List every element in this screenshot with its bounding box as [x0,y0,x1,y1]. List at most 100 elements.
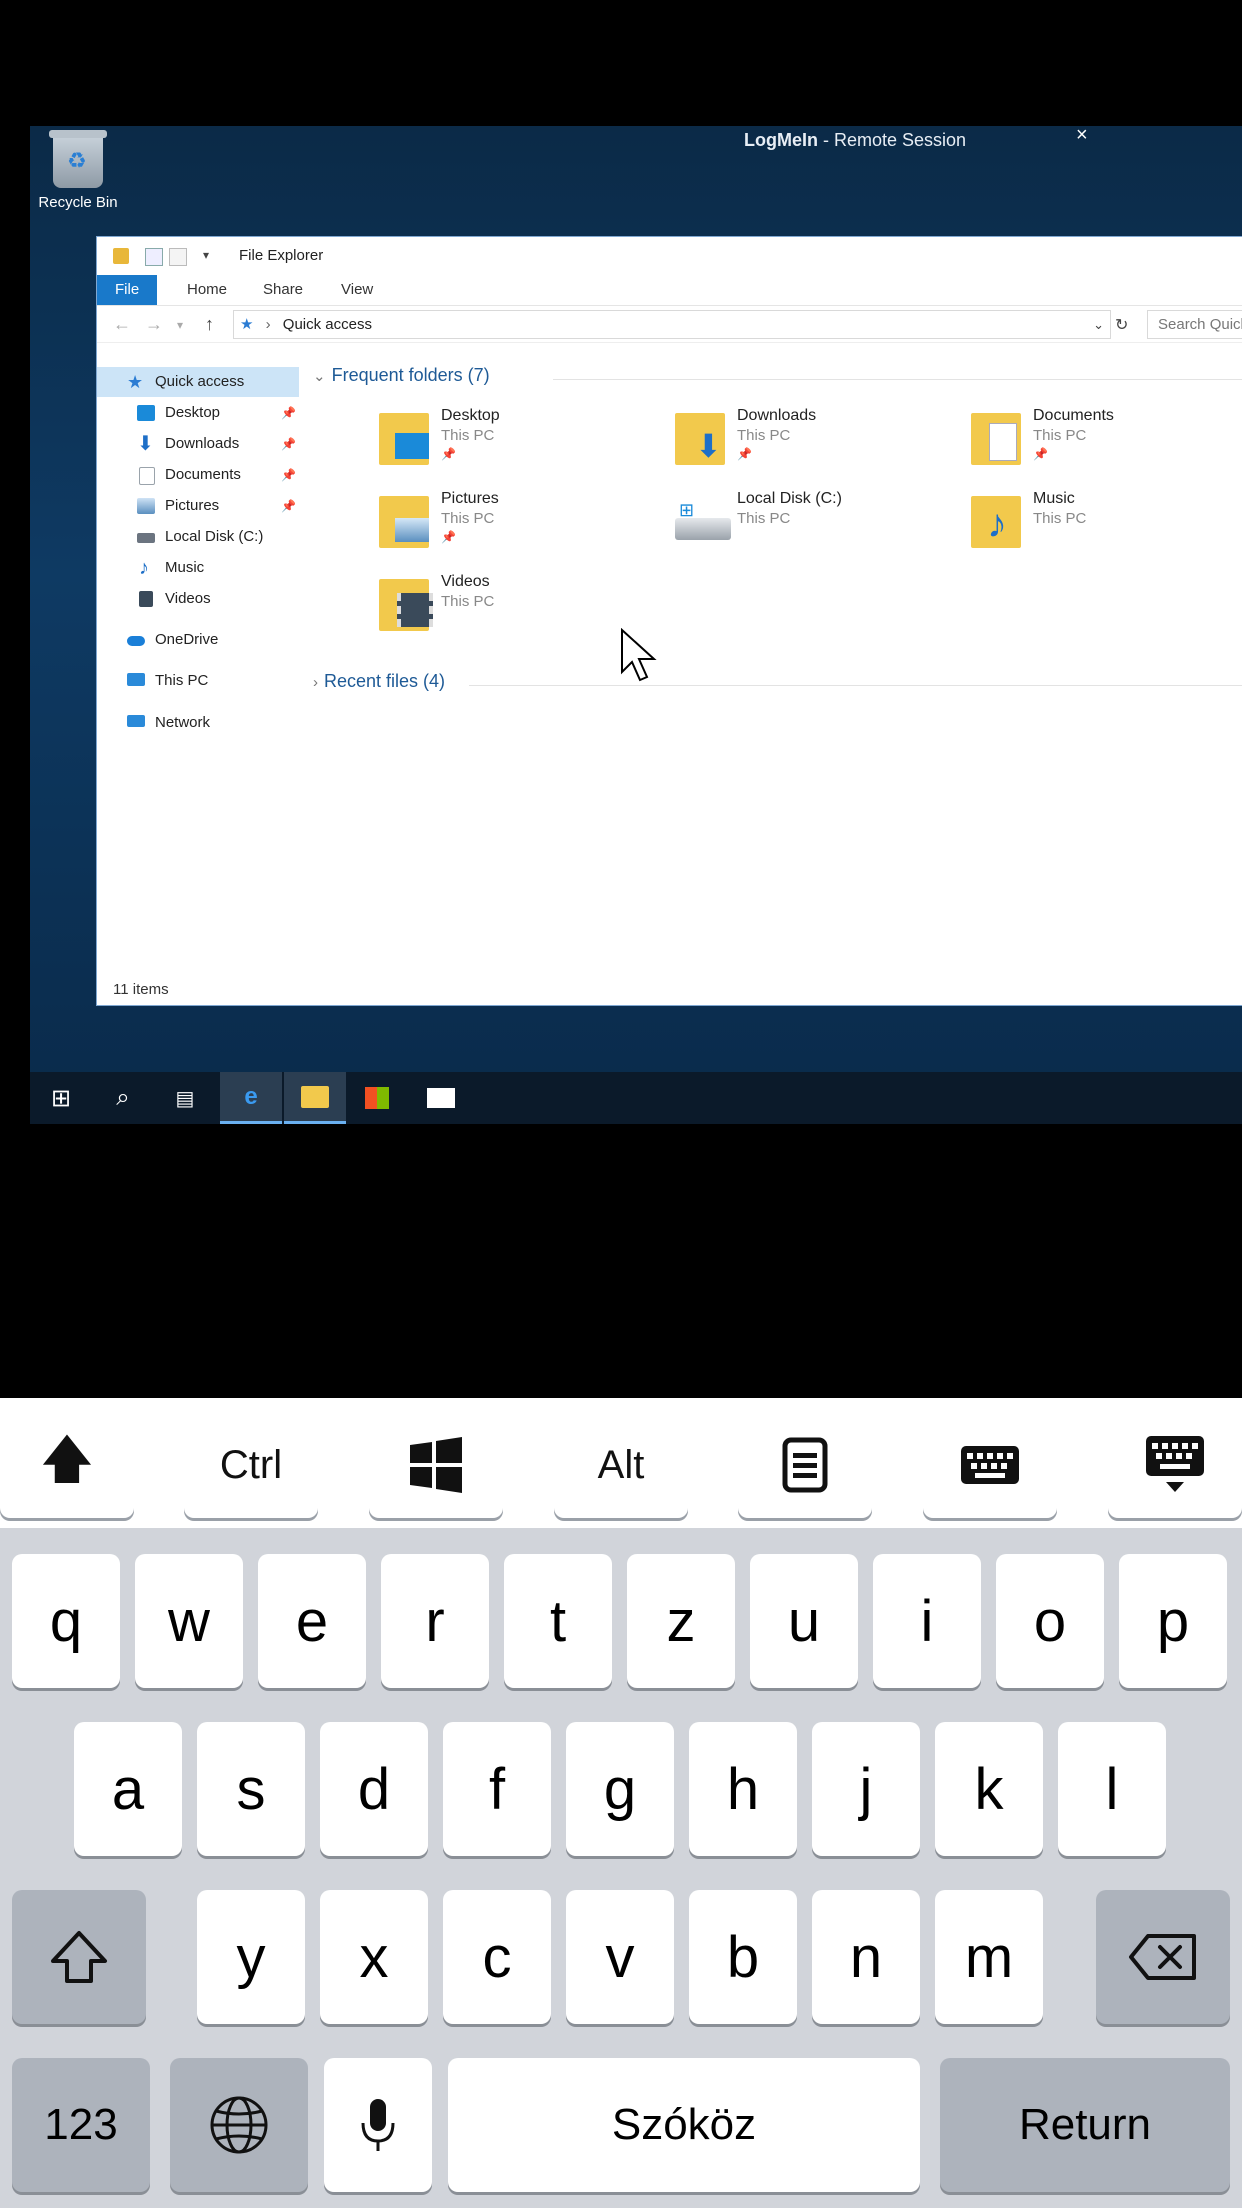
key-a[interactable]: a [74,1722,182,1856]
nav-item-music[interactable]: ♪ Music [97,553,299,583]
key-k[interactable]: k [935,1722,1043,1856]
up-arrow-icon[interactable]: ↑ [205,314,214,335]
menu-icon [782,1437,828,1493]
key-w[interactable]: w [135,1554,243,1688]
nav-item-videos[interactable]: Videos [97,584,299,614]
key-y[interactable]: y [197,1890,305,2024]
tab-home[interactable]: Home [173,275,241,305]
folder-tile-local-disk[interactable]: ⊞ Local Disk (C:) This PC [675,490,955,570]
backspace-key[interactable] [1096,1890,1230,2024]
recycle-bin[interactable]: Recycle Bin [30,130,126,211]
edge-icon[interactable]: e [220,1072,282,1124]
recent-locations-icon[interactable]: ▾ [177,318,183,332]
frequent-folders-header[interactable]: ⌄ Frequent folders (7) [313,365,490,386]
nav-item-downloads[interactable]: ⬇ Downloads 📌 [97,429,299,459]
recent-files-header[interactable]: › Recent files (4) [313,671,445,692]
nav-item-this-pc[interactable]: This PC [97,666,299,696]
folder-tile-documents[interactable]: Documents This PC 📌 [971,407,1242,487]
new-folder-icon[interactable] [169,248,187,266]
nav-item-desktop[interactable]: Desktop 📌 [97,398,299,428]
search-icon[interactable]: ⌕ [92,1072,154,1124]
store-icon[interactable] [346,1072,408,1124]
desktop-folder-icon [137,405,155,421]
key-m[interactable]: m [935,1890,1043,2024]
forward-arrow-icon[interactable]: → [145,314,163,335]
key-n[interactable]: n [812,1890,920,2024]
drive-icon [137,533,155,543]
key-l[interactable]: l [1058,1722,1166,1856]
shift-arrow-key[interactable]: 🡅 [0,1412,134,1518]
tab-view[interactable]: View [327,275,387,305]
key-r[interactable]: r [381,1554,489,1688]
keyboard-key[interactable] [923,1412,1057,1518]
nav-item-quick-access[interactable]: ★ Quick access [97,367,299,397]
mail-icon[interactable] [410,1072,472,1124]
globe-key[interactable] [170,2058,308,2192]
keyboard-icon [961,1446,1019,1484]
pin-icon: 📌 [441,530,456,544]
start-icon[interactable]: ⊞ [30,1072,92,1124]
network-icon [127,715,145,727]
shift-icon [51,1931,107,1983]
key-j[interactable]: j [812,1722,920,1856]
folder-tile-music[interactable]: ♪ Music This PC [971,490,1242,570]
tab-file[interactable]: File [97,275,158,305]
key-d[interactable]: d [320,1722,428,1856]
key-f[interactable]: f [443,1722,551,1856]
return-key[interactable]: Return [940,2058,1230,2192]
key-q[interactable]: q [12,1554,120,1688]
search-input[interactable]: Search Quick access [1147,310,1242,339]
refresh-icon[interactable]: ↻ [1115,315,1128,335]
key-i[interactable]: i [873,1554,981,1688]
nav-item-network[interactable]: Network [97,708,299,738]
dictation-key[interactable] [324,2058,432,2192]
key-c[interactable]: c [443,1890,551,2024]
menu-key[interactable] [738,1412,872,1518]
task-view-icon[interactable]: ▤ [154,1072,216,1124]
folder-tile-downloads[interactable]: ⬇ Downloads This PC 📌 [675,407,955,487]
folder-tile-videos[interactable]: Videos This PC [379,573,659,653]
key-s[interactable]: s [197,1722,305,1856]
tab-share[interactable]: Share [249,275,317,305]
key-z[interactable]: z [627,1554,735,1688]
nav-item-local-disk[interactable]: Local Disk (C:) [97,522,299,552]
ribbon-tabs: File Home Share View [97,275,1242,306]
key-t[interactable]: t [504,1554,612,1688]
pin-icon: 📌 [281,468,296,482]
session-close-button[interactable]: × [1076,124,1088,147]
key-e[interactable]: e [258,1554,366,1688]
key-o[interactable]: o [996,1554,1104,1688]
key-h[interactable]: h [689,1722,797,1856]
key-u[interactable]: u [750,1554,858,1688]
alt-key[interactable]: Alt [554,1412,688,1518]
nav-item-documents[interactable]: Documents 📌 [97,460,299,490]
hide-keyboard-key[interactable] [1108,1412,1242,1518]
windows-key[interactable] [369,1412,503,1518]
space-key[interactable]: Szóköz [448,2058,920,2192]
numbers-key[interactable]: 123 [12,2058,150,2192]
nav-item-pictures[interactable]: Pictures 📌 [97,491,299,521]
cloud-icon [127,636,145,646]
folder-tile-pictures[interactable]: Pictures This PC 📌 [379,490,659,570]
address-bar[interactable]: ★ › Quick access ⌄ [233,310,1111,339]
window-title: File Explorer [239,247,324,264]
file-explorer-icon[interactable] [284,1072,346,1124]
back-arrow-icon[interactable]: ← [113,314,131,335]
pictures-folder-icon [379,496,429,548]
star-icon: ★ [127,372,144,392]
shift-key[interactable] [12,1890,146,2024]
properties-icon[interactable] [145,248,163,266]
ctrl-key[interactable]: Ctrl [184,1412,318,1518]
key-p[interactable]: p [1119,1554,1227,1688]
chevron-down-icon[interactable]: ⌄ [1093,311,1104,338]
key-x[interactable]: x [320,1890,428,2024]
folder-tile-desktop[interactable]: Desktop This PC 📌 [379,407,659,487]
nav-item-onedrive[interactable]: OneDrive [97,625,299,655]
key-g[interactable]: g [566,1722,674,1856]
key-b[interactable]: b [689,1890,797,2024]
customize-toolbar-icon[interactable]: ▾ [203,248,219,264]
navigation-pane: ★ Quick access Desktop 📌 ⬇ Downloads 📌 D… [97,367,299,967]
pin-icon: 📌 [441,447,456,461]
chevron-down-icon: ⌄ [313,368,326,385]
key-v[interactable]: v [566,1890,674,2024]
